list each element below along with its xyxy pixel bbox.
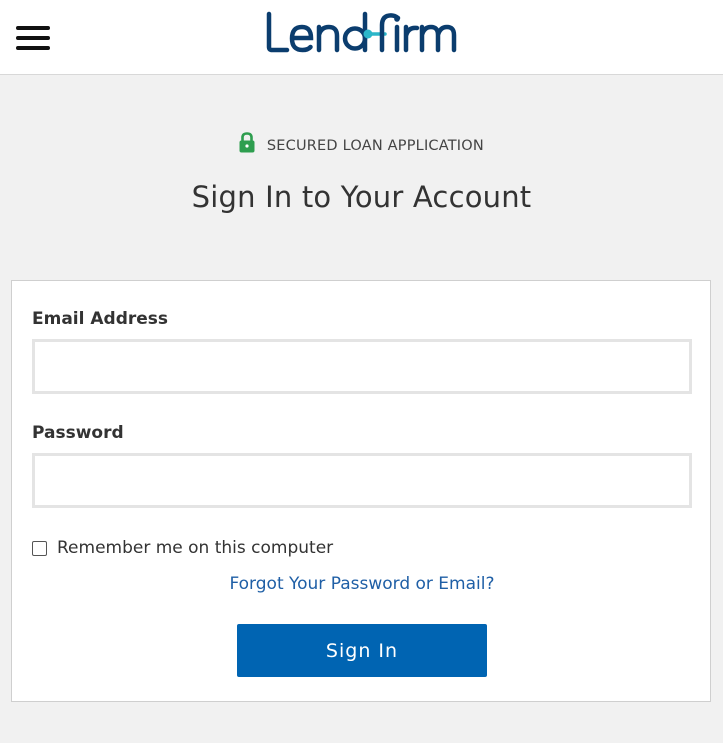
sign-in-button[interactable]: Sign In xyxy=(237,624,487,677)
lendfirm-logo[interactable] xyxy=(265,10,460,58)
remember-me-label[interactable]: Remember me on this computer xyxy=(57,538,333,558)
secure-banner-text: SECURED LOAN APPLICATION xyxy=(266,138,484,154)
forgot-password-link[interactable]: Forgot Your Password or Email? xyxy=(12,574,712,594)
remember-me-option[interactable]: Remember me on this computer xyxy=(32,536,333,560)
password-field[interactable] xyxy=(32,453,692,508)
hamburger-menu-icon[interactable] xyxy=(16,26,50,50)
secure-banner: SECURED LOAN APPLICATION xyxy=(0,131,723,159)
remember-me-checkbox[interactable] xyxy=(32,540,47,556)
email-label: Email Address xyxy=(32,309,169,329)
site-header xyxy=(0,0,723,75)
sign-in-form: Email Address Password Remember me on th… xyxy=(11,280,711,702)
lock-icon xyxy=(239,132,255,157)
page-title: Sign In to Your Account xyxy=(191,180,532,214)
password-label: Password xyxy=(32,423,124,443)
email-field[interactable] xyxy=(32,339,692,394)
